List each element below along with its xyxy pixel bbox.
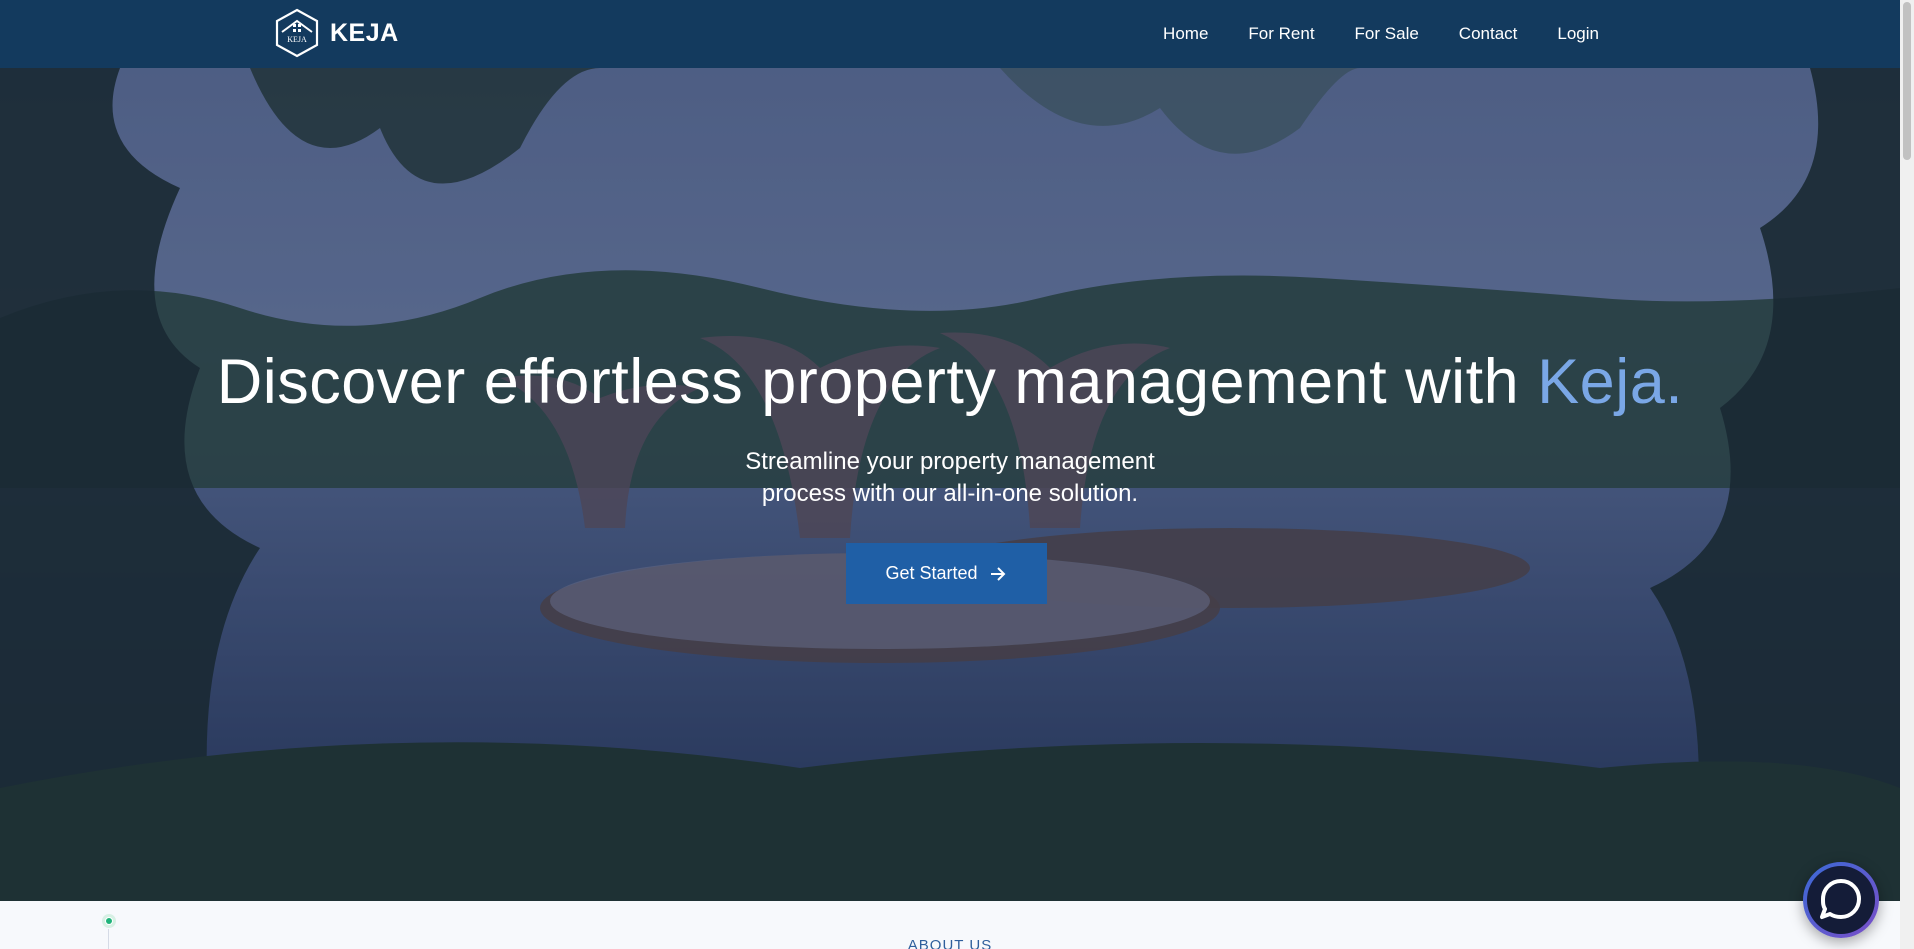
hero-section: Discover effortless property management … (0, 68, 1900, 901)
chat-bubble-icon (1820, 879, 1861, 919)
hero-title-main: Discover effortless property management … (216, 347, 1520, 417)
nav-link-login[interactable]: Login (1557, 24, 1599, 44)
nav-menu: Home For Rent For Sale Contact Login (1163, 0, 1599, 68)
about-us-label: ABOUT US (907, 937, 993, 949)
hero-title: Discover effortless property management … (0, 346, 1900, 418)
nav-link-contact[interactable]: Contact (1459, 24, 1518, 44)
brand-name: KEJA (330, 18, 399, 47)
nav-link-for-sale[interactable]: For Sale (1355, 24, 1419, 44)
nav-link-home[interactable]: Home (1163, 24, 1208, 44)
hero-title-accent: Keja. (1537, 347, 1684, 417)
svg-text:KEJA: KEJA (287, 35, 307, 44)
chat-button-inner (1807, 866, 1875, 934)
scrollbar-thumb[interactable] (1903, 2, 1911, 160)
top-navbar: KEJA KEJA Home For Rent For Sale Contact… (0, 0, 1900, 68)
get-started-label: Get Started (885, 563, 978, 583)
hero-subtitle: Streamline your property management proc… (745, 448, 1155, 507)
chat-button[interactable] (1803, 862, 1879, 938)
arrow-right-icon (990, 566, 1005, 581)
vertical-scrollbar[interactable] (1900, 0, 1914, 949)
get-started-button[interactable]: Get Started (846, 543, 1047, 604)
brand[interactable]: KEJA KEJA (274, 8, 399, 58)
keja-logo-icon: KEJA (275, 8, 319, 58)
timeline-line (108, 929, 109, 949)
nav-link-for-rent[interactable]: For Rent (1248, 24, 1314, 44)
status-dot-icon (102, 914, 116, 928)
about-section: ABOUT US (0, 901, 1900, 949)
